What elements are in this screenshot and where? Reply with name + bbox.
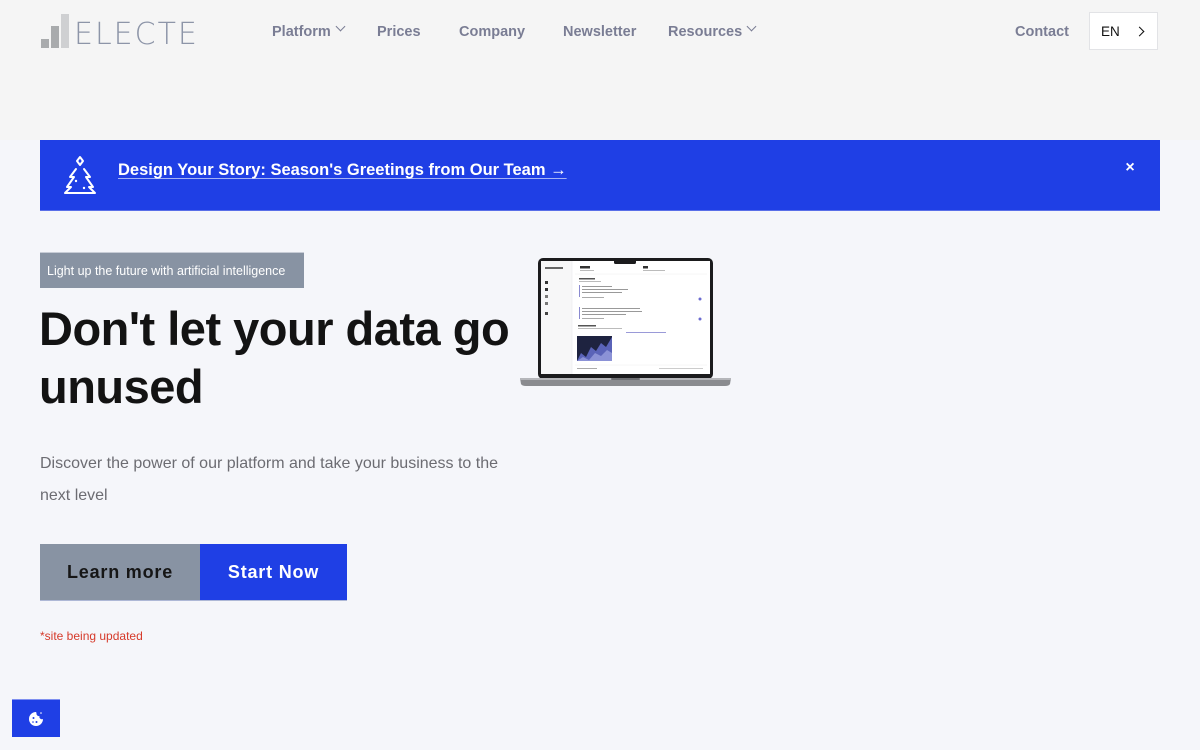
banner-link[interactable]: Design Your Story: Season's Greetings fr… — [118, 161, 567, 180]
learn-more-button[interactable]: Learn more — [40, 544, 200, 601]
cookie-icon — [29, 711, 43, 726]
announcement-banner: Design Your Story: Season's Greetings fr… — [40, 140, 1160, 211]
nav-item-label: Contact — [1015, 24, 1069, 40]
laptop-dashboard-image — [520, 258, 731, 386]
cookie-settings-button[interactable] — [12, 699, 60, 737]
christmas-tree-icon — [64, 156, 96, 194]
hero-eyebrow: Light up the future with artificial inte… — [40, 252, 304, 288]
nav-item-platform[interactable]: Platform — [272, 20, 346, 44]
main-nav: Platform Prices Company Newsletter Resou… — [0, 20, 1200, 44]
nav-item-label: Newsletter — [563, 24, 637, 40]
nav-item-prices[interactable]: Prices — [377, 20, 421, 44]
nav-item-label: Prices — [377, 24, 421, 40]
hero-subtitle: Discover the power of our platform and t… — [40, 455, 499, 504]
start-now-button[interactable]: Start Now — [200, 544, 347, 601]
chevron-right-icon — [1134, 26, 1145, 36]
hero-title: Don't let your data go unused — [39, 302, 510, 413]
language-label: EN — [1101, 23, 1120, 39]
nav-item-company[interactable]: Company — [459, 20, 525, 44]
close-banner-button[interactable]: × — [1122, 158, 1138, 178]
nav-item-label: Resources — [668, 24, 743, 40]
chevron-down-icon — [335, 21, 346, 32]
nav-item-label: Company — [459, 24, 526, 40]
chevron-down-icon — [746, 21, 757, 32]
nav-item-newsletter[interactable]: Newsletter — [563, 20, 636, 44]
nav-item-resources[interactable]: Resources — [668, 20, 757, 44]
site-header: ELECTE Platform Prices Company Newslette… — [0, 0, 1200, 64]
nav-item-label: Platform — [272, 24, 331, 40]
site-update-notice: *site being updated — [40, 629, 143, 643]
language-selector[interactable]: EN — [1089, 12, 1158, 50]
nav-item-contact[interactable]: Contact — [1015, 20, 1069, 44]
